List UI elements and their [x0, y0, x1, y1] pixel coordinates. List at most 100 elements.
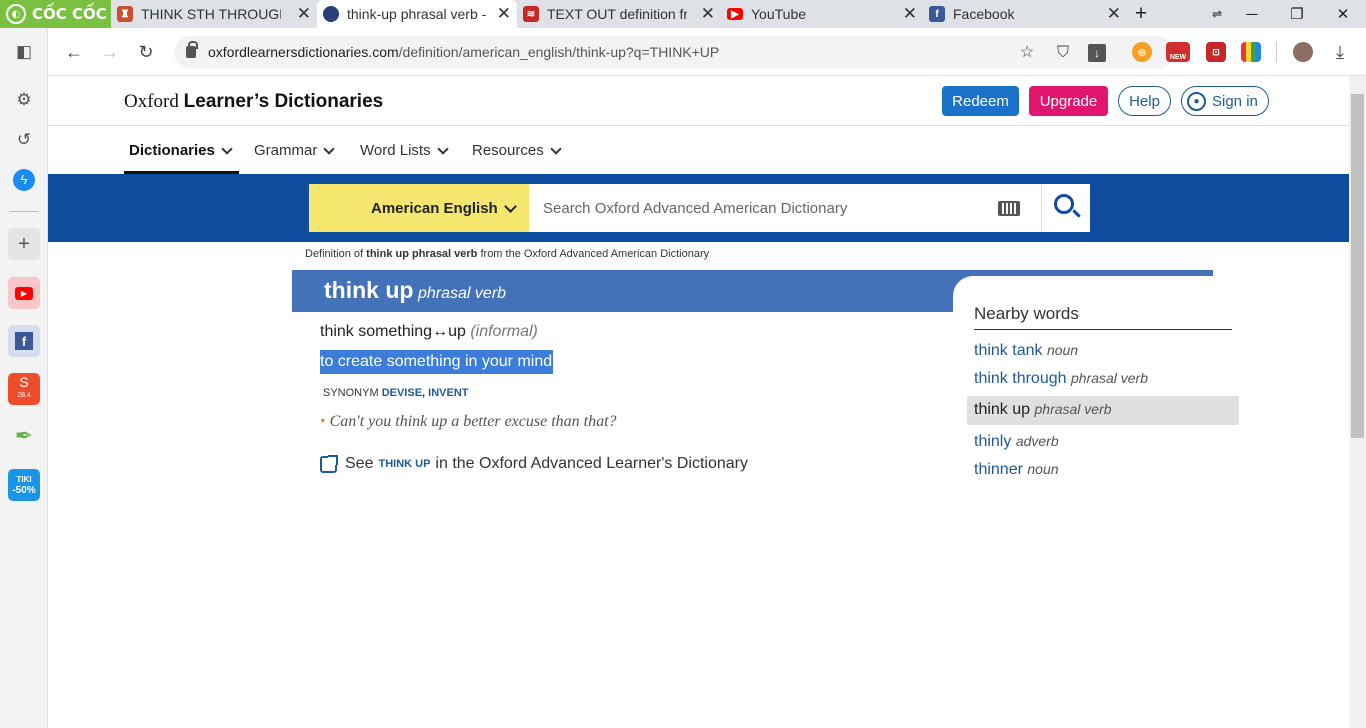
facebook-sidebar-icon[interactable]: f	[8, 325, 40, 357]
close-tab-icon[interactable]: ✕	[1107, 5, 1121, 23]
new-tab-plus-icon[interactable]: +	[1121, 0, 1161, 28]
coccoc-logo-text: CỐC CỐC	[32, 5, 107, 23]
nav-dictionaries[interactable]: Dictionaries	[129, 142, 233, 159]
nav-label: Resources	[472, 142, 544, 159]
search-button[interactable]	[1041, 184, 1090, 232]
language-label: American English	[371, 199, 498, 217]
upgrade-button[interactable]: Upgrade	[1029, 86, 1108, 116]
downloads-icon[interactable]: ⤓	[1328, 40, 1352, 64]
restore-icon[interactable]: ❐	[1277, 0, 1317, 28]
nearby-word: thinly	[974, 433, 1012, 450]
nav-label: Word Lists	[360, 142, 431, 159]
nearby-pos: noun	[1046, 342, 1079, 358]
shopee-sidebar-icon[interactable]: S 28.4	[8, 373, 40, 405]
close-tab-icon[interactable]: ✕	[903, 5, 917, 23]
red-extension-icon[interactable]: ⊡	[1206, 42, 1226, 62]
history-icon[interactable]: ↺	[8, 124, 40, 156]
green-leaf-icon[interactable]: ✒	[8, 420, 40, 452]
nearby-item[interactable]: think through phrasal verb	[974, 370, 1148, 388]
bookmark-star-icon[interactable]: ☆	[1018, 44, 1036, 62]
tab-search-icon[interactable]: ⇌	[1197, 0, 1237, 28]
color-extension-icon[interactable]	[1241, 42, 1261, 62]
browser-sidebar: ◧ ⚙ ↺ ϟ + ▶ f S 28.4 ✒ TIKI -50%	[0, 28, 48, 728]
sign-in-button[interactable]: ● Sign in	[1181, 86, 1269, 116]
messenger-icon[interactable]: ϟ	[8, 164, 40, 196]
page-content: Oxford Learner’s Dictionaries Redeem Upg…	[48, 76, 1349, 728]
close-tab-icon[interactable]: ✕	[701, 5, 715, 23]
synonym-link[interactable]: DEVISE	[382, 387, 422, 399]
tiki-discount: -50%	[12, 485, 36, 496]
minimize-icon[interactable]: ─	[1232, 0, 1272, 28]
page-scrollbar[interactable]	[1349, 76, 1366, 728]
lock-icon	[186, 41, 198, 58]
nav-label: Grammar	[254, 142, 318, 159]
tab-facebook[interactable]: f Facebook ✕	[923, 0, 1127, 28]
tab-think-up[interactable]: think-up phrasal verb - ✕	[317, 0, 517, 28]
nearby-item[interactable]: think tank noun	[974, 342, 1078, 360]
reload-icon[interactable]: ↻	[134, 40, 158, 64]
nearby-word: thinner	[974, 461, 1023, 478]
language-selector[interactable]: American English	[309, 184, 529, 232]
user-icon: ●	[1187, 91, 1206, 111]
sidebar-toggle-icon[interactable]: ◧	[8, 36, 40, 68]
nav-word-lists[interactable]: Word Lists	[360, 142, 449, 159]
nearby-item-selected[interactable]: think up phrasal verb	[974, 401, 1112, 419]
nav-grammar[interactable]: Grammar	[254, 142, 336, 159]
tab-youtube[interactable]: ▶ YouTube ✕	[721, 0, 923, 28]
close-tab-icon[interactable]: ✕	[297, 5, 311, 23]
chevron-down-icon	[550, 142, 562, 155]
synonym-label: SYNONYM	[323, 387, 379, 399]
crumb-suffix: from the Oxford Advanced American Dictio…	[480, 248, 710, 260]
url-path: /definition/american_english/think-up?q=…	[398, 44, 720, 60]
youtube-favicon-icon: ▶	[727, 8, 743, 20]
address-bar[interactable]: oxfordlearnersdictionaries.com/definitio…	[174, 36, 1174, 69]
search-input[interactable]	[529, 184, 1041, 232]
window-close-icon[interactable]: ✕	[1323, 0, 1363, 28]
external-link-icon	[320, 454, 338, 473]
site-logo[interactable]: Oxford Learner’s Dictionaries	[124, 91, 383, 113]
new-badge: NEW	[1169, 53, 1187, 61]
shield-icon[interactable]: ⛉	[1054, 44, 1072, 62]
crumb-prefix: Definition of	[305, 248, 364, 260]
headword: think up	[324, 277, 414, 303]
tab-title: YouTube	[751, 6, 807, 22]
nearby-item[interactable]: thinner noun	[974, 461, 1059, 479]
nearby-word: think through	[974, 370, 1067, 387]
back-icon[interactable]: ←	[62, 40, 86, 64]
youtube-sidebar-icon[interactable]: ▶	[8, 277, 40, 309]
search-icon-handle	[1072, 209, 1081, 218]
redeem-button[interactable]: Redeem	[942, 86, 1019, 116]
sidebar-divider	[10, 211, 38, 212]
nav-label: Dictionaries	[129, 142, 215, 159]
nearby-divider	[974, 329, 1232, 330]
download-page-icon[interactable]: ↓	[1088, 44, 1106, 62]
tab-bar: ◐ CỐC CỐC ♜ THINK STH THROUGH | ✕ think-…	[0, 0, 1366, 28]
sense-phrase: think something↔up (informal)	[320, 323, 538, 341]
help-button[interactable]: Help	[1118, 86, 1171, 116]
nearby-word: think tank	[974, 342, 1043, 359]
tiki-sidebar-icon[interactable]: TIKI -50%	[8, 469, 40, 501]
keyboard-icon[interactable]	[998, 201, 1020, 216]
tab-text-out[interactable]: ≋ TEXT OUT definition fro ✕	[517, 0, 721, 28]
scrollbar-thumb[interactable]	[1351, 94, 1364, 438]
coccoc-logo[interactable]: ◐ CỐC CỐC	[0, 0, 111, 28]
example-sentence: • Can't you think up a better excuse than…	[320, 413, 617, 431]
profile-avatar[interactable]	[1293, 42, 1313, 62]
nav-resources[interactable]: Resources	[472, 142, 562, 159]
synonym-link[interactable]: INVENT	[428, 387, 468, 399]
coccoc-extension-icon[interactable]: ◎	[1132, 42, 1152, 62]
crumb-word: think up phrasal verb	[366, 248, 478, 260]
see-suffix: in the Oxford Advanced Learner's Diction…	[435, 455, 748, 472]
shopee-badge: 28.4	[17, 392, 31, 399]
see-word-link[interactable]: THINK UP	[378, 458, 430, 470]
search-band: American English	[48, 174, 1349, 242]
new-extension-icon[interactable]: NEW	[1166, 42, 1190, 62]
forward-icon[interactable]: →	[98, 40, 122, 64]
tab-think-sth-through[interactable]: ♜ THINK STH THROUGH | ✕	[111, 0, 317, 28]
nearby-item[interactable]: thinly adverb	[974, 433, 1059, 451]
settings-gear-icon[interactable]: ⚙	[8, 84, 40, 116]
bullet-icon: •	[320, 413, 326, 430]
browser-toolbar: ← → ↻ oxfordlearnersdictionaries.com/def…	[48, 28, 1366, 76]
add-sidebar-item-icon[interactable]: +	[8, 228, 40, 260]
close-tab-icon[interactable]: ✕	[497, 5, 511, 23]
